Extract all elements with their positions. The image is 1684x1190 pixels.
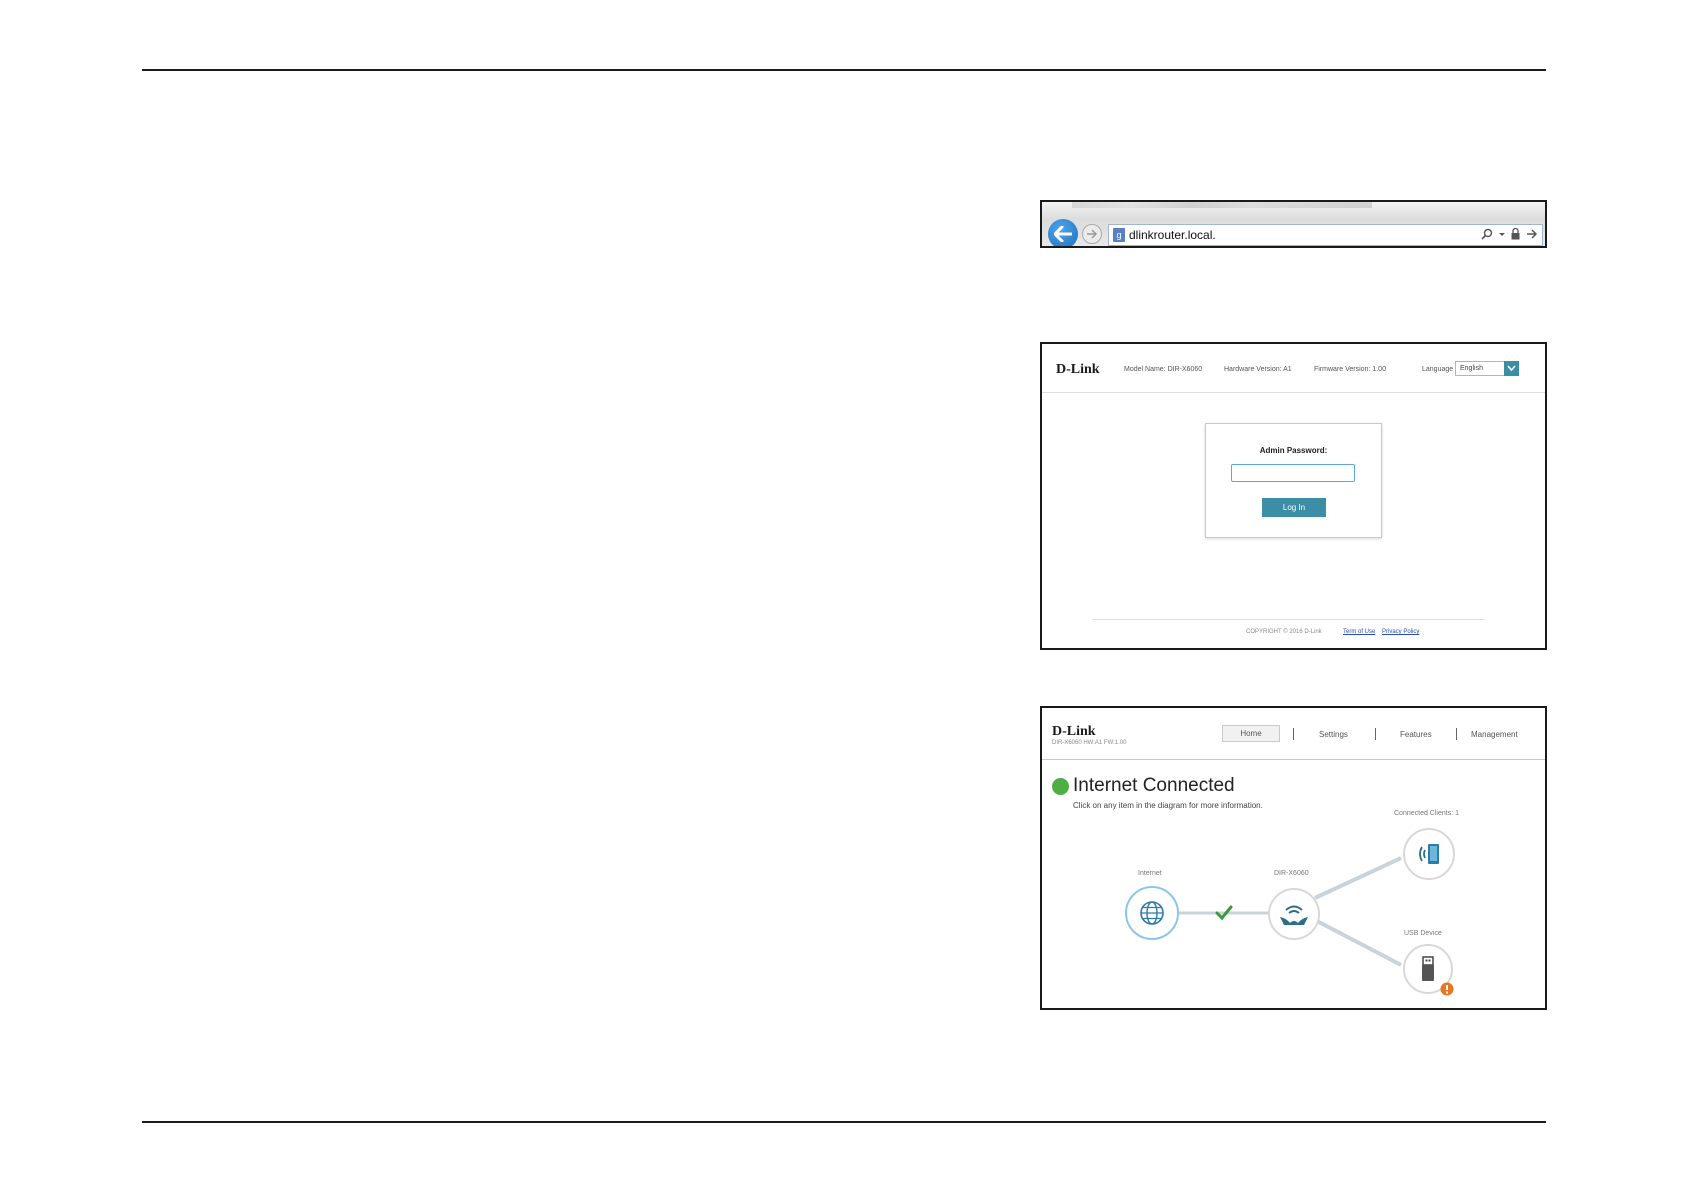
language-value: English — [1460, 365, 1483, 372]
admin-password-input[interactable] — [1231, 464, 1355, 482]
login-page-screenshot: D-Link Model Name: DIR-X6060 Hardware Ve… — [1040, 342, 1547, 650]
top-rule — [142, 69, 1546, 71]
firmware-version: Firmware Version: 1.00 — [1314, 366, 1386, 373]
warning-icon — [1440, 982, 1454, 996]
bottom-rule — [142, 1121, 1546, 1123]
connected-clients-label: Connected Clients: 1 — [1394, 810, 1459, 817]
language-select[interactable]: English — [1455, 361, 1519, 376]
router-label: DIR-X6060 — [1274, 870, 1309, 877]
language-dropdown-button[interactable] — [1504, 361, 1519, 376]
network-diagram-lines — [1178, 856, 1402, 967]
router-node[interactable] — [1268, 888, 1320, 940]
connected-clients-node[interactable] — [1403, 828, 1455, 880]
lock-icon[interactable] — [1511, 228, 1520, 240]
copyright-text: COPYRIGHT © 2016 D-Link — [1246, 629, 1322, 635]
forward-arrow-icon — [1087, 229, 1098, 239]
browser-address-bar-screenshot: g dlinkrouter.local. — [1040, 200, 1547, 248]
chevron-down-icon — [1507, 365, 1516, 372]
url-text[interactable]: dlinkrouter.local. — [1129, 228, 1216, 242]
address-bar-tools — [1481, 228, 1538, 240]
usb-icon — [1422, 956, 1434, 981]
usb-device-label: USB Device — [1404, 930, 1442, 937]
privacy-policy-link[interactable]: Privacy Policy — [1382, 629, 1419, 635]
language-label: Language — [1422, 366, 1454, 373]
address-bar[interactable]: g dlinkrouter.local. — [1108, 224, 1543, 246]
header-divider — [1042, 392, 1545, 393]
checkmark-icon — [1215, 905, 1233, 921]
wireless-client-icon — [1419, 844, 1439, 864]
back-button[interactable] — [1048, 219, 1078, 246]
go-arrow-icon[interactable] — [1526, 228, 1538, 240]
dropdown-icon[interactable] — [1499, 228, 1505, 240]
globe-icon — [1140, 901, 1164, 925]
model-name: Model Name: DIR-X6060 — [1124, 366, 1203, 373]
login-card: Admin Password: Log In — [1205, 423, 1382, 538]
admin-password-label: Admin Password: — [1259, 446, 1328, 455]
router-icon — [1280, 905, 1308, 925]
internet-label: Internet — [1138, 870, 1162, 877]
page-icon: g — [1113, 228, 1125, 242]
terms-of-use-link[interactable]: Term of Use — [1343, 629, 1375, 635]
footer-divider — [1092, 619, 1485, 620]
home-page-screenshot: D-Link DIR-X6060 HW:A1 FW:1.00 Home Sett… — [1040, 706, 1547, 1010]
back-arrow-icon — [1054, 226, 1072, 242]
login-button[interactable]: Log In — [1262, 498, 1326, 517]
hardware-version: Hardware Version: A1 — [1224, 366, 1292, 373]
dlink-logo: D-Link — [1056, 362, 1100, 377]
browser-chrome: g dlinkrouter.local. — [1042, 202, 1545, 246]
forward-button[interactable] — [1082, 224, 1102, 244]
tab-strip — [1072, 202, 1372, 208]
search-icon[interactable] — [1481, 228, 1493, 240]
internet-node[interactable] — [1125, 886, 1179, 940]
